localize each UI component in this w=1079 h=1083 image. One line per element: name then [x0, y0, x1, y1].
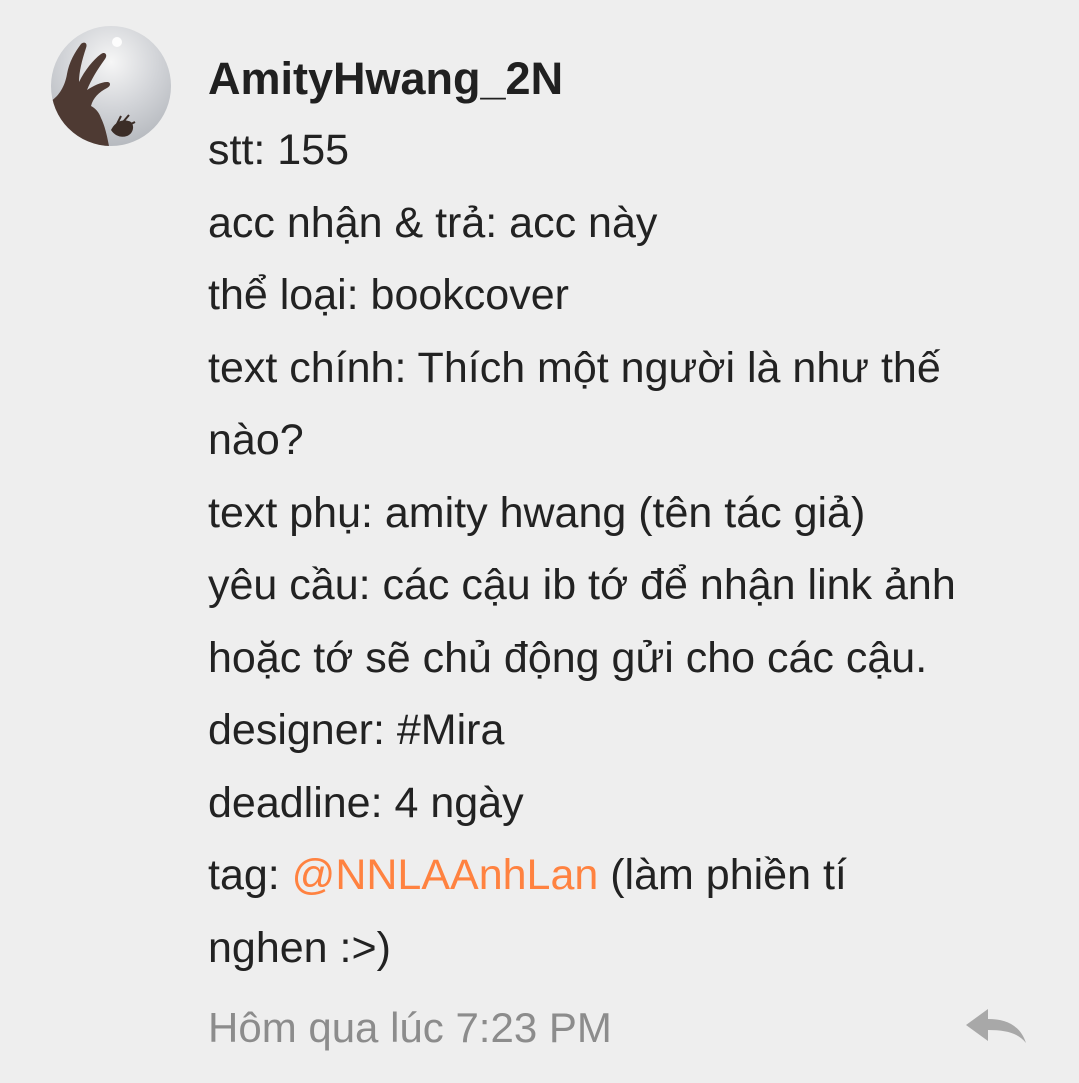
avatar[interactable] — [51, 26, 171, 146]
comment-line-account: acc nhận & trả: acc này — [208, 198, 658, 247]
reply-button[interactable] — [962, 1005, 1030, 1049]
comment-line-stt: stt: 155 — [208, 126, 350, 174]
comment-line-sub-text: text phụ: amity hwang (tên tác giả) — [208, 488, 866, 537]
comment-line-deadline: deadline: 4 ngày — [208, 778, 524, 827]
avatar-image — [51, 37, 136, 146]
comment-item: AmityHwang_2N stt: 155 acc nhận & trả: a… — [0, 0, 1079, 1083]
comment-line-request-cont: hoặc tớ sẽ chủ động gửi cho các cậu. — [208, 633, 928, 682]
comment-line-tag-cont: nghen :>) — [208, 923, 391, 972]
comment-line-designer: designer: #Mira — [208, 706, 505, 754]
comment-line-main-text-cont: nào? — [208, 416, 304, 464]
username[interactable]: AmityHwang_2N — [208, 44, 1048, 114]
timestamp: Hôm qua lúc 7:23 PM — [208, 1004, 612, 1051]
comment-line-category: thể loại: bookcover — [208, 271, 569, 319]
comment-line-request: yêu cầu: các cậu ib tớ để nhận link ảnh — [208, 561, 956, 609]
comment-text: stt: 155 acc nhận & trả: acc này thể loạ… — [208, 114, 1048, 984]
comment-line-main-text: text chính: Thích một người là như thế — [208, 343, 941, 392]
comment-line-tag: tag: @NNLAAnhLan (làm phiền tí — [208, 839, 1048, 912]
reply-arrow-icon — [966, 1009, 1026, 1043]
user-mention-link[interactable]: @NNLAAnhLan — [292, 851, 599, 899]
comment-body: AmityHwang_2N stt: 155 acc nhận & trả: a… — [208, 44, 1048, 984]
tag-label: tag: — [208, 851, 292, 899]
tag-rest: (làm phiền tí — [598, 851, 847, 899]
